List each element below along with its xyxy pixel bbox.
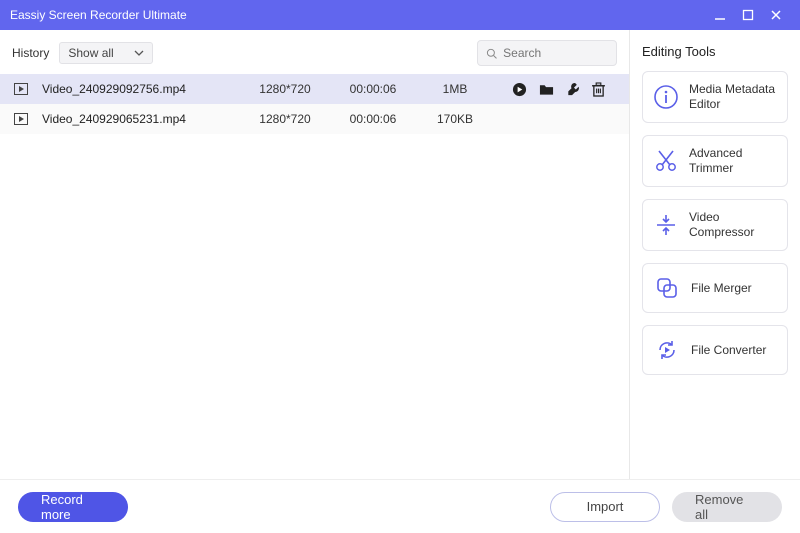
editing-tools-panel: Editing Tools Media Metadata Editor Adva…: [630, 30, 800, 479]
file-duration: 00:00:06: [332, 82, 414, 96]
file-duration: 00:00:06: [332, 112, 414, 126]
tool-metadata-editor[interactable]: Media Metadata Editor: [642, 71, 788, 123]
file-resolution: 1280*720: [244, 82, 326, 96]
list-toolbar: History Show all: [0, 30, 629, 74]
file-resolution: 1280*720: [244, 112, 326, 126]
tool-label: File Converter: [691, 343, 766, 358]
tool-label: File Merger: [691, 281, 752, 296]
title-bar: Eassiy Screen Recorder Ultimate: [0, 0, 800, 30]
file-size: 1MB: [420, 82, 490, 96]
delete-button[interactable]: [592, 82, 605, 97]
history-label: History: [12, 46, 49, 60]
tool-advanced-trimmer[interactable]: Advanced Trimmer: [642, 135, 788, 187]
table-row[interactable]: Video_240929092756.mp4 1280*720 00:00:06…: [0, 74, 629, 104]
tool-label: Media Metadata Editor: [689, 82, 777, 112]
play-button[interactable]: [512, 82, 527, 97]
close-button[interactable]: [762, 9, 790, 21]
history-filter-dropdown[interactable]: Show all: [59, 42, 153, 64]
remove-all-button[interactable]: Remove all: [672, 492, 782, 522]
video-file-icon: [10, 113, 32, 125]
tool-video-compressor[interactable]: Video Compressor: [642, 199, 788, 251]
tool-file-converter[interactable]: File Converter: [642, 325, 788, 375]
tool-label: Video Compressor: [689, 210, 777, 240]
file-name: Video_240929065231.mp4: [38, 112, 238, 126]
chevron-down-icon: [134, 48, 144, 58]
search-input[interactable]: [503, 46, 608, 60]
tool-label: Advanced Trimmer: [689, 146, 777, 176]
tool-file-merger[interactable]: File Merger: [642, 263, 788, 313]
record-more-button[interactable]: Record more: [18, 492, 128, 522]
editing-tools-title: Editing Tools: [642, 44, 788, 59]
compress-icon: [653, 211, 679, 239]
scissors-icon: [653, 147, 679, 175]
file-list: Video_240929092756.mp4 1280*720 00:00:06…: [0, 74, 629, 479]
filter-label: Show all: [68, 46, 113, 60]
search-icon: [486, 47, 497, 60]
table-row[interactable]: Video_240929065231.mp4 1280*720 00:00:06…: [0, 104, 629, 134]
merge-icon: [653, 274, 681, 302]
minimize-button[interactable]: [706, 9, 734, 21]
file-name: Video_240929092756.mp4: [38, 82, 238, 96]
convert-icon: [653, 336, 681, 364]
footer: Record more Import Remove all: [0, 479, 800, 533]
app-title: Eassiy Screen Recorder Ultimate: [10, 8, 706, 22]
import-button[interactable]: Import: [550, 492, 660, 522]
file-size: 170KB: [420, 112, 490, 126]
folder-button[interactable]: [539, 82, 554, 96]
info-icon: [653, 83, 679, 111]
search-box[interactable]: [477, 40, 617, 66]
file-list-panel: History Show all Video_240929092756.mp4 …: [0, 30, 630, 479]
video-file-icon: [10, 83, 32, 95]
maximize-button[interactable]: [734, 9, 762, 21]
tools-button[interactable]: [566, 82, 580, 97]
